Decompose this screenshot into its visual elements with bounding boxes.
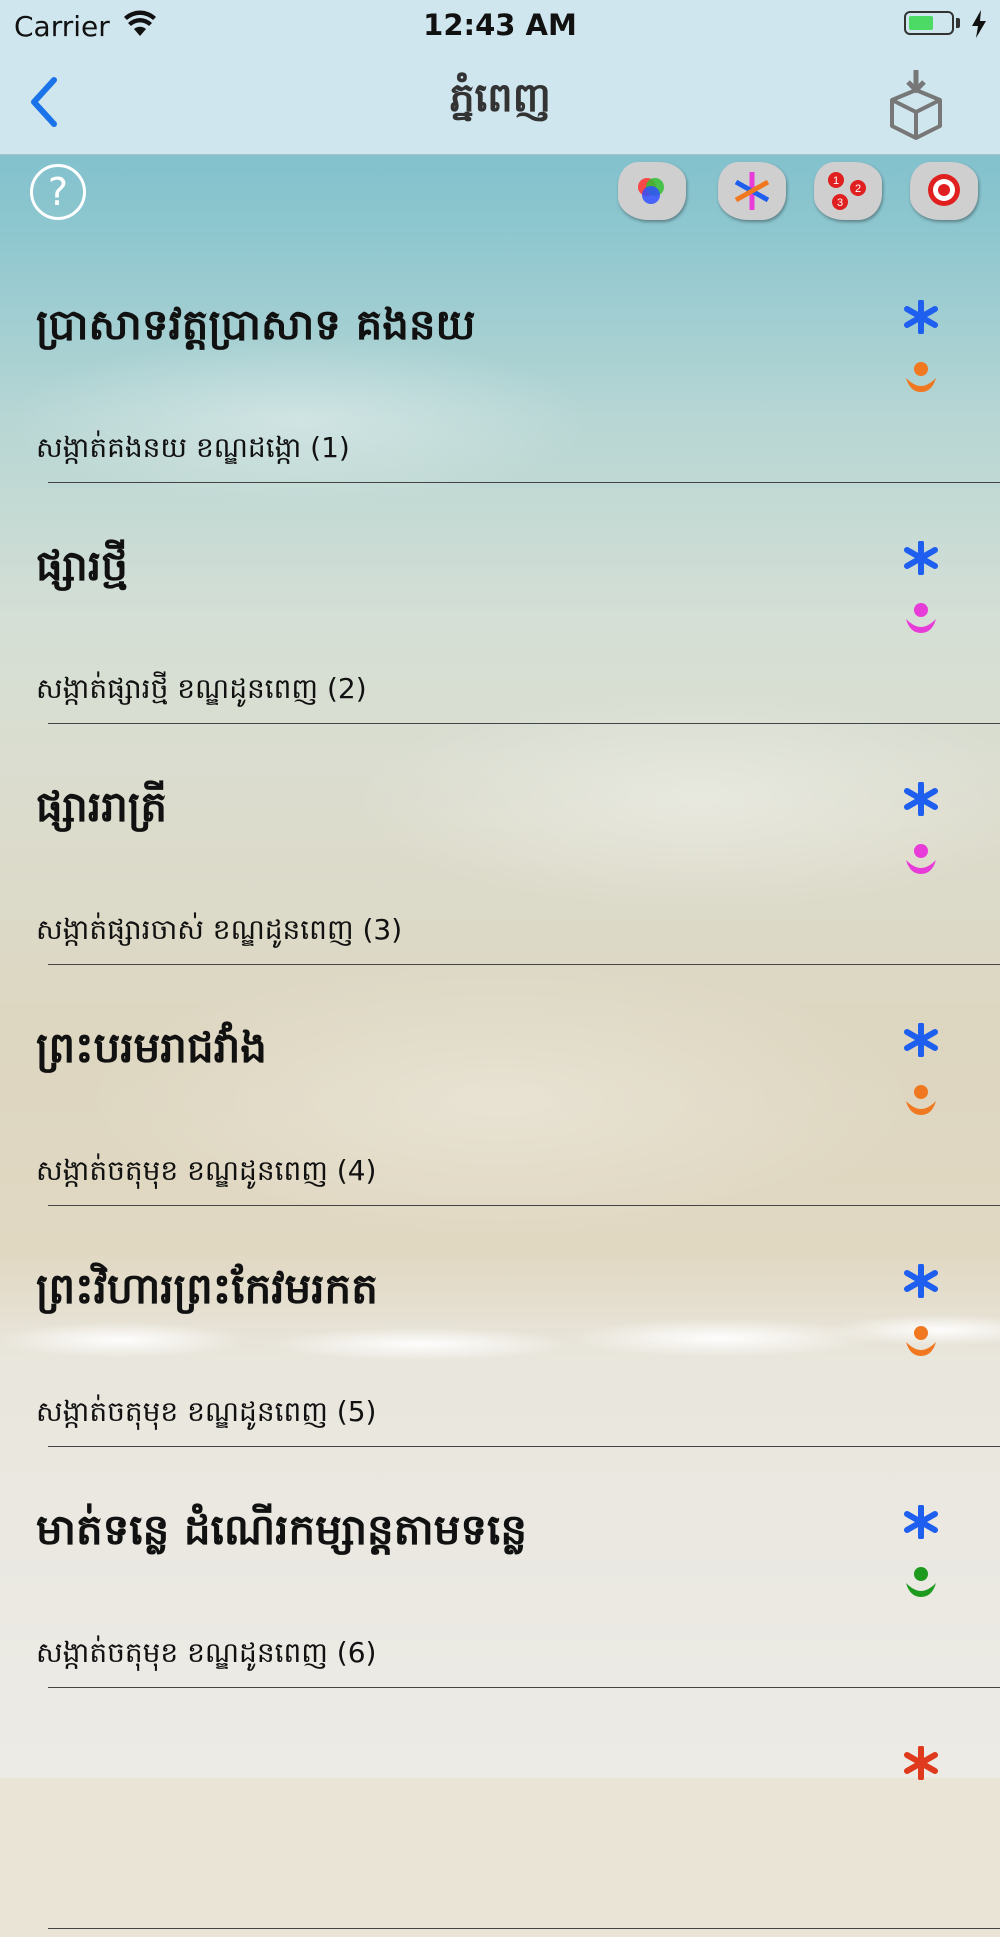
row-divider [48, 482, 1000, 483]
battery-level [909, 16, 933, 30]
target-map-button[interactable] [910, 162, 978, 220]
person-icon [906, 1085, 936, 1115]
help-button[interactable]: ? [30, 164, 86, 220]
person-icon [906, 1567, 936, 1597]
svg-text:3: 3 [837, 197, 843, 209]
row-divider [48, 1205, 1000, 1206]
rgb-circles-icon [638, 178, 664, 204]
place-list: ប្រាសាទវត្តប្រាសាទ គងនយ សង្កាត់គងនយ ខណ្ឌ… [0, 250, 1000, 1937]
item-title: ផ្សាររាត្រី [36, 782, 168, 831]
row-divider [48, 1928, 1000, 1929]
status-time: 12:43 AM [423, 8, 577, 42]
category-star-icon [734, 172, 770, 210]
person-icon [906, 603, 936, 633]
asterisk-icon [904, 300, 938, 334]
item-title: មាត់ទន្លេ ដំណើរកម្សាន្តតាមទន្លេ [36, 1505, 528, 1554]
navigation-bar: ភ្នំពេញ [0, 50, 1000, 155]
person-icon [906, 362, 936, 392]
charging-icon [972, 10, 986, 38]
color-map-button[interactable] [618, 162, 686, 220]
list-item[interactable]: ព្រះវិហារព្រះកែវមរកត សង្កាត់ចតុមុខ ខណ្ឌដ… [0, 1214, 1000, 1455]
item-title: ផ្សារថ្មី [36, 541, 128, 590]
asterisk-icon [904, 1746, 938, 1780]
list-item[interactable]: ផ្សាររាត្រី សង្កាត់ផ្សារចាស់ ខណ្ឌដូនពេញ … [0, 732, 1000, 973]
asterisk-icon [904, 1505, 938, 1539]
item-subtitle: សង្កាត់គងនយ ខណ្ឌដង្កោ (1) [36, 431, 350, 464]
item-subtitle: សង្កាត់ផ្សារថ្មី ខណ្ឌដូនពេញ (2) [36, 672, 367, 705]
target-icon [928, 174, 960, 206]
item-subtitle: សង្កាត់ចតុមុខ ខណ្ឌដូនពេញ (5) [36, 1395, 377, 1428]
svg-text:1: 1 [833, 175, 839, 187]
asterisk-icon [904, 1264, 938, 1298]
row-divider [48, 1446, 1000, 1447]
list-item[interactable]: ប្រាសាទវត្តប្រាសាទ គងនយ សង្កាត់គងនយ ខណ្ឌ… [0, 250, 1000, 491]
category-map-button[interactable] [718, 162, 786, 220]
battery-icon [904, 11, 954, 35]
person-icon [906, 1326, 936, 1356]
list-item[interactable]: មាត់ទន្លេ ដំណើរកម្សាន្តតាមទន្លេ សង្កាត់ច… [0, 1455, 1000, 1696]
row-divider [48, 964, 1000, 965]
status-bar: Carrier 12:43 AM [0, 0, 1000, 50]
item-title: ព្រះវិហារព្រះកែវមរកត [36, 1264, 378, 1313]
numbered-map-button[interactable]: 1 2 3 [814, 162, 882, 220]
download-button[interactable] [880, 68, 952, 140]
page-title: ភ្នំពេញ [449, 75, 551, 121]
person-icon [906, 844, 936, 874]
box-download-icon [890, 70, 942, 140]
list-item[interactable]: ផ្សារថ្មី សង្កាត់ផ្សារថ្មី ខណ្ឌដូនពេញ (2… [0, 491, 1000, 732]
list-item[interactable]: ព្រះបរមរាជវាំង សង្កាត់ចតុមុខ ខណ្ឌដូនពេញ … [0, 973, 1000, 1214]
battery-tip [956, 18, 960, 28]
item-subtitle: សង្កាត់ចតុមុខ ខណ្ឌដូនពេញ (6) [36, 1636, 377, 1669]
asterisk-icon [904, 541, 938, 575]
item-subtitle: សង្កាត់ចតុមុខ ខណ្ឌដូនពេញ (4) [36, 1154, 377, 1187]
svg-text:2: 2 [855, 183, 861, 195]
item-title: ប្រាសាទវត្តប្រាសាទ គងនយ [36, 300, 476, 349]
numbered-markers-icon: 1 2 3 [828, 172, 866, 210]
item-title: ព្រះបរមរាជវាំង [36, 1023, 267, 1072]
asterisk-icon [904, 1023, 938, 1057]
row-divider [48, 1687, 1000, 1688]
list-item[interactable] [0, 1696, 1000, 1937]
row-divider [48, 723, 1000, 724]
item-subtitle: សង្កាត់ផ្សារចាស់ ខណ្ឌដូនពេញ (3) [36, 913, 403, 946]
asterisk-icon [904, 782, 938, 816]
